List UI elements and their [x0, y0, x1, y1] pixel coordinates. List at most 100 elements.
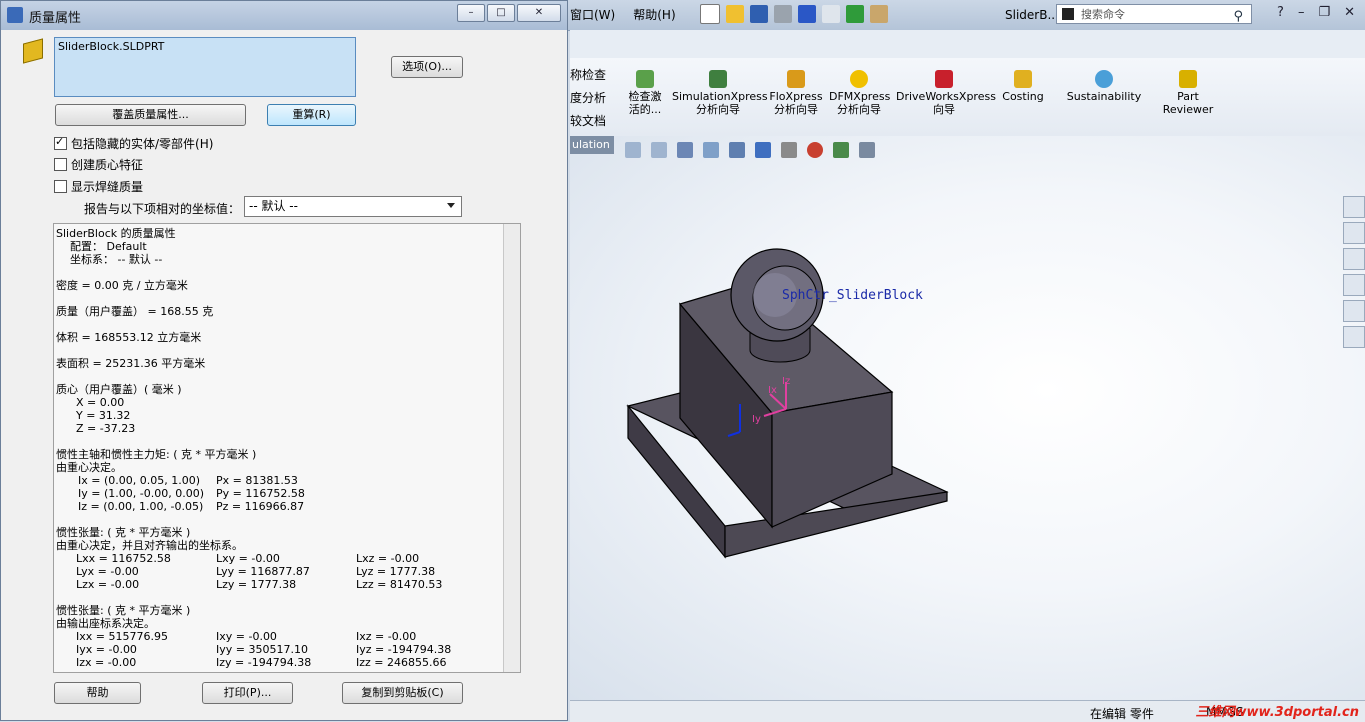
heads-up-view-toolbar	[625, 142, 875, 158]
file-explorer-icon[interactable]	[1343, 274, 1365, 296]
window-controls: ? – ❐ ✕	[1277, 5, 1355, 20]
zoom-to-fit-icon[interactable]	[625, 142, 641, 158]
options-button[interactable]: 选项(O)...	[391, 56, 463, 78]
chevron-down-icon	[447, 203, 455, 208]
checkbox-unchecked[interactable]	[54, 180, 67, 193]
results-px: Px = 81381.53	[216, 474, 298, 487]
maximize-icon[interactable]: □	[487, 4, 515, 22]
results-tensor1-title: 惯性张量: ( 克 * 平方毫米 )	[56, 526, 191, 539]
tensor2-cell: Ixx = 515776.95	[76, 630, 168, 643]
view-orientation-icon[interactable]	[729, 142, 745, 158]
axis-z-label: Iz	[782, 376, 790, 387]
cm-simulationxpress[interactable]: SimulationXpress 分析向导	[672, 70, 768, 116]
section-view-icon[interactable]	[703, 142, 719, 158]
create-com-feature-checkbox[interactable]: 创建质心特征	[54, 156, 143, 173]
selected-items-list[interactable]: SliderBlock.SLDPRT	[54, 37, 356, 97]
tensor1-cell: Lxy = -0.00	[216, 552, 280, 565]
rebuild-icon[interactable]	[846, 5, 864, 23]
results-density: 密度 = 0.00 克 / 立方毫米	[56, 279, 188, 292]
design-library-icon[interactable]	[1343, 248, 1365, 270]
tensor1-cell: Lyx = -0.00	[76, 565, 139, 578]
dialog-title-bar[interactable]: 质量属性 – □ ✕	[1, 1, 567, 30]
tensor1-cell: Lxz = -0.00	[356, 552, 420, 565]
resources-icon[interactable]	[1343, 222, 1365, 244]
cm-sustainability[interactable]: Sustainability	[1066, 70, 1142, 103]
zoom-area-icon[interactable]	[651, 142, 667, 158]
results-com-x: X = 0.00	[76, 396, 125, 409]
part-icon	[23, 38, 43, 64]
minimize-icon[interactable]: –	[457, 4, 485, 22]
standard-toolbar	[570, 30, 1365, 59]
options-icon[interactable]	[870, 5, 888, 23]
minimize-icon[interactable]: –	[1298, 5, 1305, 20]
help-icon[interactable]: ?	[1277, 5, 1284, 20]
results-surface-area: 表面积 = 25231.36 平方毫米	[56, 357, 206, 370]
override-mass-properties-button[interactable]: 覆盖质量属性...	[55, 104, 246, 126]
close-icon[interactable]: ✕	[1344, 5, 1355, 20]
restore-icon[interactable]: ❐	[1318, 5, 1330, 20]
custom-properties-icon[interactable]	[1343, 326, 1365, 348]
cm-costing[interactable]: Costing	[999, 70, 1047, 103]
tensor1-cell: Lxx = 116752.58	[76, 552, 171, 565]
coordinate-system-label: 报告与以下项相对的坐标值：	[84, 202, 241, 216]
results-tensor2-title: 惯性张量: ( 克 * 平方毫米 )	[56, 604, 191, 617]
new-icon[interactable]	[700, 4, 720, 24]
tensor1-cell: Lzy = 1777.38	[216, 578, 297, 591]
tensor2-cell: Iyy = 350517.10	[216, 643, 308, 656]
checkbox-checked[interactable]	[54, 135, 67, 150]
hide-show-icon[interactable]	[781, 142, 797, 158]
cm-check-active[interactable]: 检查激 活的...	[625, 70, 665, 116]
display-style-icon[interactable]	[755, 142, 771, 158]
close-icon[interactable]: ✕	[517, 4, 561, 22]
cm-driveworksxpress[interactable]: DriveWorksXpress 向导	[896, 70, 996, 116]
watermark: 三维网www.3dportal.cn	[1195, 705, 1359, 720]
view-settings-icon[interactable]	[859, 142, 875, 158]
tab-simulation[interactable]: ulation	[570, 136, 614, 154]
dialog-window-controls: – □ ✕	[457, 4, 561, 22]
cm-dfmxpress[interactable]: DFMXpress 分析向导	[829, 70, 890, 116]
undo-icon[interactable]	[798, 5, 816, 23]
check-icon	[636, 70, 654, 88]
tensor2-cell: Izx = -0.00	[76, 656, 137, 669]
document-title: SliderB...	[1005, 8, 1059, 22]
coordinate-system-select[interactable]: -- 默认 --	[244, 196, 462, 217]
copy-to-clipboard-button[interactable]: 复制到剪贴板(C)	[342, 682, 463, 704]
selected-item[interactable]: SliderBlock.SLDPRT	[58, 40, 164, 53]
scene-icon[interactable]	[833, 142, 849, 158]
select-icon[interactable]	[822, 5, 840, 23]
status-edit-mode: 在编辑 零件	[1090, 707, 1154, 721]
cm-compare-documents[interactable]: 较文档	[570, 112, 606, 129]
search-icon[interactable]: ⚲	[1233, 7, 1243, 27]
include-hidden-checkbox[interactable]: 包括隐藏的实体/零部件(H)	[54, 135, 213, 152]
cm-floxpress[interactable]: FloXpress 分析向导	[768, 70, 824, 116]
menu-help[interactable]: 帮助(H)	[633, 6, 675, 23]
tensor2-cell: Iyz = -194794.38	[356, 643, 452, 656]
search-commands-input[interactable]: 搜索命令 ⚲	[1056, 4, 1252, 24]
checkbox-unchecked[interactable]	[54, 158, 67, 171]
results-scrollbar[interactable]	[503, 224, 520, 672]
cm-thickness-analysis[interactable]: 度分析	[570, 89, 606, 106]
cm-part-reviewer[interactable]: Part Reviewer	[1162, 70, 1214, 116]
recalculate-button[interactable]: 重算(R)	[267, 104, 356, 126]
save-icon[interactable]	[750, 5, 768, 23]
search-placeholder: 搜索命令	[1081, 8, 1125, 21]
slider-block-model[interactable]: Iz Ix Iy SphCtr_SliderBlock	[620, 240, 960, 570]
print-button[interactable]: 打印(P)...	[202, 682, 293, 704]
tensor2-cell: Izy = -194794.38	[216, 656, 312, 669]
home-icon[interactable]	[1343, 196, 1365, 218]
appearance-icon[interactable]	[807, 142, 823, 158]
results-coordsys: 坐标系： -- 默认 --	[70, 253, 163, 266]
mass-properties-results[interactable]: SliderBlock 的质量属性 配置： Default 坐标系： -- 默认…	[53, 223, 521, 673]
part-reviewer-icon	[1179, 70, 1197, 88]
help-button[interactable]: 帮助	[54, 682, 141, 704]
show-weld-mass-checkbox[interactable]: 显示焊缝质量	[54, 178, 143, 195]
cm-symmetry-check[interactable]: 称检查	[570, 66, 606, 83]
open-icon[interactable]	[726, 5, 744, 23]
sketch-point-label: SphCtr_SliderBlock	[782, 288, 923, 303]
menu-window[interactable]: 窗口(W)	[570, 6, 615, 23]
results-com-y: Y = 31.32	[76, 409, 131, 422]
results-ix: Ix = (0.00, 0.05, 1.00)	[78, 474, 201, 487]
appearances-icon[interactable]	[1343, 300, 1365, 322]
print-icon[interactable]	[774, 5, 792, 23]
previous-view-icon[interactable]	[677, 142, 693, 158]
